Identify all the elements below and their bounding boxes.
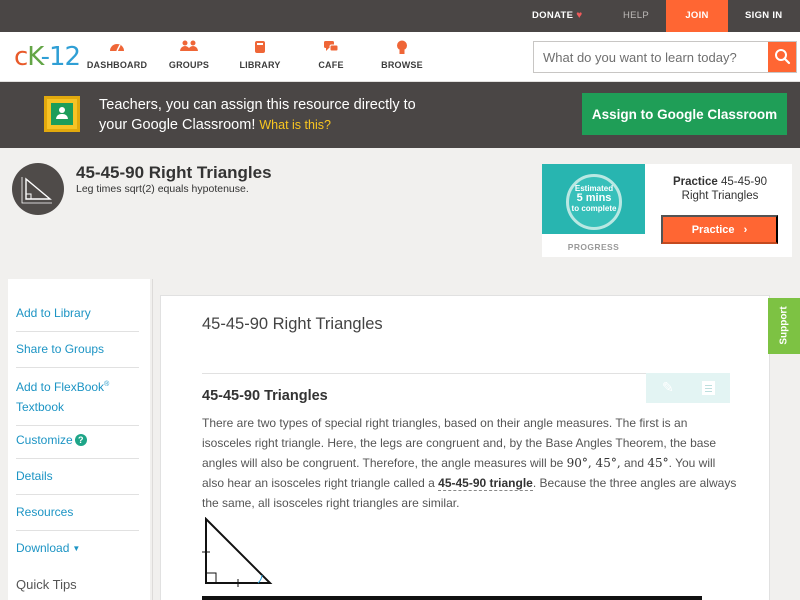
sidebar-download[interactable]: Download ▼ (16, 538, 139, 567)
assign-to-google-classroom-button[interactable]: Assign to Google Classroom (582, 93, 787, 135)
note-icon[interactable] (702, 381, 715, 395)
nav-groups[interactable]: GROUPS (154, 40, 224, 70)
concept-triangle-icon (12, 163, 64, 215)
groups-icon (154, 40, 224, 56)
heart-icon: ♥ (576, 10, 583, 21)
sidebar-add-to-library[interactable]: Add to Library (16, 303, 139, 332)
sidebar-share-to-groups[interactable]: Share to Groups (16, 339, 139, 368)
sidebar-resources[interactable]: Resources (16, 502, 139, 531)
media-bar (202, 596, 702, 600)
sidebar-details[interactable]: Details (16, 466, 139, 495)
progress-label: PROGRESS (567, 242, 620, 252)
main-header: cK-12 DASHBOARD GROUPS LIBRARY CAFE BROW… (0, 32, 800, 82)
search-input[interactable] (534, 42, 770, 72)
nav-library[interactable]: LIBRARY (225, 40, 295, 70)
practice-card: Estimated 5 mins to complete PROGRESS Pr… (542, 164, 792, 257)
section-heading: 45-45-90 Triangles (202, 388, 328, 404)
caret-down-icon: ▼ (72, 544, 81, 553)
support-tab[interactable]: Support (768, 298, 800, 354)
library-icon (225, 40, 295, 56)
isosceles-right-triangle-figure (202, 517, 273, 587)
estimated-time: Estimated 5 mins to complete (571, 184, 617, 213)
quick-tips-heading: Quick Tips (16, 577, 77, 592)
sign-in-link[interactable]: SIGN IN (745, 0, 782, 32)
nav-dashboard[interactable]: DASHBOARD (82, 40, 152, 70)
google-classroom-icon (44, 96, 80, 132)
dashboard-icon (82, 40, 152, 56)
search-box (533, 41, 797, 73)
classroom-message: Teachers, you can assign this resource d… (99, 97, 416, 133)
practice-button[interactable]: Practice › (661, 215, 778, 244)
practice-title: Practice 45-45-90 Right Triangles (672, 176, 767, 202)
practice-progress-tile[interactable]: Estimated 5 mins to complete (542, 164, 645, 234)
nav-browse[interactable]: BROWSE (367, 40, 437, 70)
search-icon (775, 49, 791, 65)
sidebar-customize[interactable]: Customize? (16, 430, 139, 459)
lesson-title: 45-45-90 Right Triangles (76, 163, 272, 182)
content-paragraph: There are two types of special right tri… (202, 416, 737, 510)
lesson-subtitle: Leg times sqrt(2) equals hypotenuse. (76, 183, 249, 195)
lightbulb-icon (367, 40, 437, 56)
cafe-icon (296, 40, 366, 56)
what-is-this-link[interactable]: What is this? (259, 118, 331, 132)
annotation-toolbar: ✎ (646, 373, 730, 403)
chevron-right-icon: › (743, 223, 748, 236)
join-button[interactable]: JOIN (666, 0, 728, 32)
top-utility-bar: DONATE ♥ HELP JOIN SIGN IN (0, 0, 800, 32)
help-link[interactable]: HELP (623, 0, 649, 32)
math-45: 45° (647, 456, 669, 470)
ck12-logo[interactable]: cK-12 (14, 42, 81, 72)
search-button[interactable] (768, 42, 796, 72)
glossary-term-45-45-90[interactable]: 45-45-90 triangle (438, 476, 533, 491)
help-icon[interactable]: ? (74, 434, 87, 446)
math-angles: 90°, 45°, (566, 456, 621, 470)
donate-label: DONATE (532, 10, 574, 21)
lesson-sidebar: Add to Library Share to Groups Add to Fl… (8, 279, 150, 600)
sidebar-add-to-flexbook[interactable]: Add to FlexBook® Textbook (16, 375, 139, 426)
nav-cafe[interactable]: CAFE (296, 40, 366, 70)
content-title: 45-45-90 Right Triangles (202, 315, 383, 333)
pencil-icon[interactable]: ✎ (662, 379, 674, 396)
donate-link[interactable]: DONATE ♥ (532, 0, 582, 32)
